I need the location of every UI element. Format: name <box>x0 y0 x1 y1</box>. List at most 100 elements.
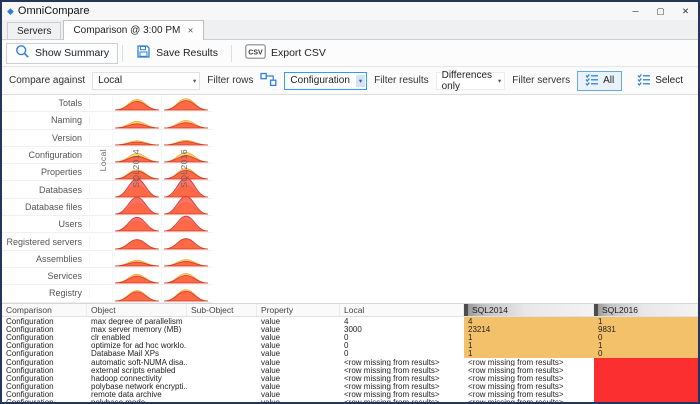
table-row[interactable]: Configurationautomatic soft-NUMA disa...… <box>2 358 698 366</box>
sparkline-cell[interactable] <box>161 268 210 284</box>
chevron-down-icon: ▾ <box>498 77 501 85</box>
table-cell: value <box>257 325 340 333</box>
summary-magnifier-icon <box>15 44 30 62</box>
tab-label: Servers <box>17 26 51 37</box>
sparkline-cell[interactable] <box>112 234 161 250</box>
table-cell: <row missing from results> <box>464 383 594 391</box>
table-cell: 23214 <box>464 325 594 333</box>
column-header-sql2016[interactable]: SQL2016 <box>594 304 698 316</box>
table-row[interactable]: Configurationclr enabledvalue010 <box>2 333 698 341</box>
filter-rows-combo[interactable]: Configuration ▾ <box>284 72 367 90</box>
table-cell: <row missing from results> <box>340 383 464 391</box>
tab-close-icon[interactable]: ✕ <box>187 26 193 35</box>
column-header-local[interactable]: Local <box>340 304 464 316</box>
matrix-rows: TotalsNamingVersionConfigurationProperti… <box>2 95 698 303</box>
column-header-sql2014[interactable]: SQL2014 <box>464 304 594 316</box>
combo-value: Configuration <box>290 75 349 86</box>
close-button[interactable]: ✕ <box>673 2 698 20</box>
table-cell: 0 <box>340 350 464 358</box>
filter-servers-select-button[interactable]: Select <box>629 71 691 91</box>
table-cell <box>594 366 698 374</box>
matrix-row-label: Version <box>2 133 90 143</box>
maximize-button[interactable]: ▢ <box>648 2 673 20</box>
table-row[interactable]: Configurationmax degree of parallelismva… <box>2 317 698 325</box>
table-row[interactable]: ConfigurationDatabase Mail XPsvalue010 <box>2 350 698 358</box>
table-cell <box>187 317 257 325</box>
table-cell: Configuration <box>2 350 87 358</box>
table-cell <box>594 399 698 402</box>
filter-rows-label: Filter rows <box>207 75 253 86</box>
sparkline-cell[interactable] <box>161 251 210 267</box>
column-header-sub-object[interactable]: Sub-Object <box>187 304 257 316</box>
table-body: Configurationmax degree of parallelismva… <box>2 317 698 402</box>
table-cell: value <box>257 317 340 325</box>
table-cell <box>187 383 257 391</box>
titlebar: ◆ OmniCompare ─ ▢ ✕ <box>2 2 698 20</box>
sparkline-chart <box>162 268 210 284</box>
table-cell <box>187 325 257 333</box>
tab-servers[interactable]: Servers <box>7 22 61 39</box>
toolbar-separator <box>122 45 123 62</box>
table-cell: 0 <box>594 350 698 358</box>
sparkline-chart <box>113 199 161 215</box>
compare-against-combo[interactable]: Local ▾ <box>92 72 200 90</box>
table-cell: value <box>257 366 340 374</box>
sparkline-cell[interactable] <box>161 199 210 215</box>
table-cell: Configuration <box>2 366 87 374</box>
show-summary-button[interactable]: Show Summary <box>6 43 118 64</box>
table-cell: polybase network encrypti... <box>87 383 187 391</box>
matrix-row: Services <box>2 268 212 285</box>
table-cell: 0 <box>340 342 464 350</box>
combo-value: Local <box>98 75 122 86</box>
table-cell: value <box>257 333 340 341</box>
sparkline-cell[interactable] <box>112 216 161 232</box>
checklist-icon <box>637 73 651 89</box>
table-cell: <row missing from results> <box>340 366 464 374</box>
sparkline-chart <box>162 95 210 111</box>
sparkline-cell[interactable] <box>161 95 210 111</box>
compare-against-label: Compare against <box>9 75 85 86</box>
table-cell: 0 <box>340 333 464 341</box>
table-row[interactable]: Configurationhadoop connectivityvalue<ro… <box>2 374 698 382</box>
sparkline-cell[interactable] <box>112 286 161 302</box>
column-header-object[interactable]: Object <box>87 304 187 316</box>
sparkline-cell[interactable] <box>161 113 210 129</box>
table-row[interactable]: Configurationexternal scripts enabledval… <box>2 366 698 374</box>
column-header-property[interactable]: Property <box>257 304 340 316</box>
table-cell: Configuration <box>2 391 87 399</box>
export-csv-button[interactable]: CSV Export CSV <box>236 43 335 64</box>
table-cell: <row missing from results> <box>340 358 464 366</box>
sparkline-cell[interactable] <box>112 251 161 267</box>
table-cell <box>187 374 257 382</box>
table-cell: 1 <box>464 342 594 350</box>
sparkline-cell[interactable] <box>161 216 210 232</box>
minimize-button[interactable]: ─ <box>623 2 648 20</box>
table-row[interactable]: Configurationoptimize for ad hoc worklo.… <box>2 342 698 350</box>
table-row[interactable]: Configurationpolybase modevalue<row miss… <box>2 399 698 402</box>
tab-label: Comparison @ 3:00 PM <box>73 25 180 36</box>
sparkline-cell[interactable] <box>112 95 161 111</box>
save-results-button[interactable]: Save Results <box>127 43 227 64</box>
tab-comparison[interactable]: Comparison @ 3:00 PM ✕ <box>63 20 203 40</box>
table-cell: <row missing from results> <box>464 358 594 366</box>
filter-results-combo[interactable]: Differences only ▾ <box>436 72 506 90</box>
sparkline-chart <box>113 130 161 146</box>
table-row[interactable]: Configurationremote data archivevalue<ro… <box>2 391 698 399</box>
sparkline-chart <box>113 216 161 232</box>
matrix-baseline-label: Local <box>98 149 108 171</box>
sparkline-cell[interactable] <box>112 113 161 129</box>
sparkline-cell[interactable] <box>161 130 210 146</box>
button-label: Select <box>655 75 683 86</box>
matrix-row: Naming <box>2 112 212 129</box>
sparkline-cell[interactable] <box>161 234 210 250</box>
filter-servers-all-button[interactable]: All <box>577 71 622 91</box>
sparkline-cell[interactable] <box>112 268 161 284</box>
table-row[interactable]: Configurationpolybase network encrypti..… <box>2 383 698 391</box>
sparkline-cell[interactable] <box>112 130 161 146</box>
sparkline-cell[interactable] <box>161 286 210 302</box>
column-header-comparison[interactable]: Comparison <box>2 304 87 316</box>
table-cell: <row missing from results> <box>464 366 594 374</box>
table-row[interactable]: Configurationmax server memory (MB)value… <box>2 325 698 333</box>
sparkline-cell[interactable] <box>112 199 161 215</box>
sparkline-chart <box>162 199 210 215</box>
